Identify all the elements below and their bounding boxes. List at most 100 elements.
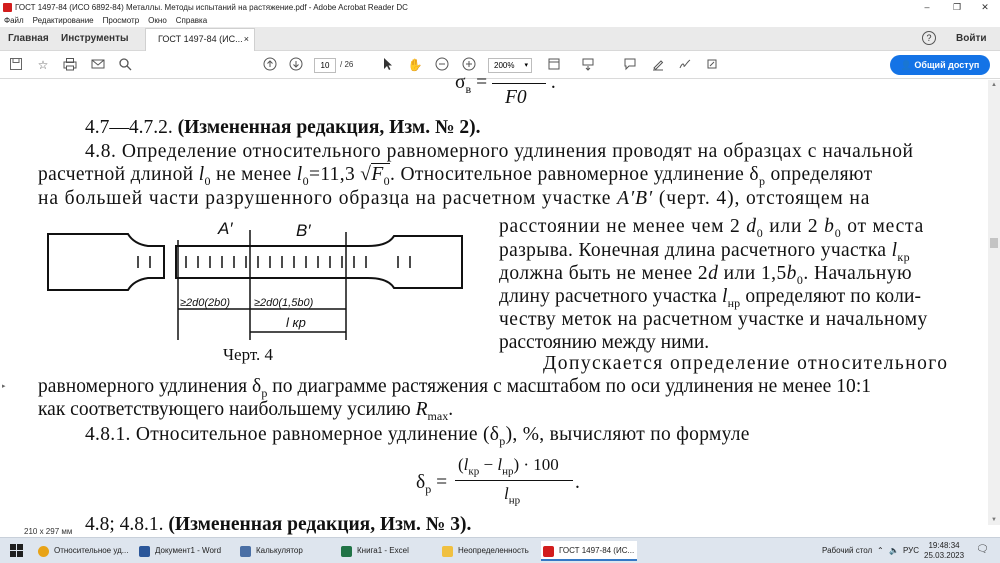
menu-window[interactable]: Окно — [148, 16, 167, 25]
window-title: ГОСТ 1497-84 (ИСО 6892-84) Металлы. Мето… — [15, 2, 408, 12]
acrobat-icon — [3, 2, 12, 12]
right-text-7: Допускается определение относительного — [543, 353, 949, 374]
taskbar-item-chrome[interactable]: Относительное уд... — [36, 541, 132, 561]
zoom-out-icon[interactable] — [434, 57, 450, 73]
paragraph-4-7: 4.7—4.7.2. (Измененная редакция, Изм. № … — [85, 117, 481, 138]
paragraph-cut: 4.8; 4.8.1. (Измененная редакция, Изм. №… — [85, 514, 472, 535]
menu-edit[interactable]: Редактирование — [33, 16, 94, 25]
formula-numerator: (lкр − lнр) · 100 — [458, 455, 559, 478]
page-number-input[interactable]: 10 — [314, 58, 336, 73]
menu-file[interactable]: Файл — [4, 16, 24, 25]
taskbar-item-word[interactable]: Документ1 - Word — [137, 541, 233, 561]
scroll-mode-icon[interactable] — [580, 57, 596, 73]
email-icon[interactable] — [90, 57, 106, 73]
tab-tools[interactable]: Инструменты — [61, 33, 129, 44]
clock-time: 19:48:34 — [928, 541, 960, 550]
volume-icon[interactable]: 🔈 — [889, 546, 899, 555]
tab-bar: Главная Инструменты ГОСТ 1497-84 (ИС... … — [0, 27, 1000, 51]
hand-tool-icon[interactable]: ✋ — [407, 57, 423, 73]
fit-page-icon[interactable] — [546, 57, 562, 73]
paragraph-4-8-1: 4.8.1. Относительное равномерное удлинен… — [85, 424, 750, 448]
next-page-icon[interactable] — [288, 57, 304, 73]
tray-chevron-up-icon[interactable]: ⌃ — [877, 546, 884, 555]
left-panel-toggle-icon[interactable]: ▸ — [2, 382, 6, 390]
figure-caption: Черт. 4 — [223, 345, 274, 364]
windows-start-icon[interactable] — [10, 544, 23, 557]
save-icon[interactable] — [8, 57, 24, 73]
pdf-page: σв = . F0 4.7—4.7.2. (Измененная редакци… — [30, 72, 975, 535]
tab-document-label: ГОСТ 1497-84 (ИС... — [158, 34, 243, 44]
paragraph-diagram-2: как соответствующего наибольшему усилию … — [38, 399, 454, 423]
scroll-down-icon[interactable]: ▼ — [991, 517, 997, 523]
close-button[interactable]: ✕ — [970, 0, 1000, 14]
right-text-3: должна быть не менее 2d или 1,5b0. Начал… — [499, 263, 912, 287]
highlight-pen-icon[interactable] — [650, 57, 666, 73]
user-add-icon: 👤 — [900, 60, 915, 70]
share-button-label: Общий доступ — [914, 60, 980, 70]
taskbar-item-excel[interactable]: Книга1 - Excel — [339, 541, 435, 561]
taskbar-item-label: Книга1 - Excel — [357, 546, 409, 555]
specimen-figure: A′ B′ ≥2d0(2b0) ≥2d0(1,5b0) l кр — [47, 219, 463, 340]
zoom-select[interactable]: 200% ▾ — [488, 58, 532, 73]
page-size-label: 210 x 297 мм — [24, 527, 73, 536]
clock[interactable]: 19:48:34 25.03.2023 — [924, 541, 964, 561]
dimension-left: ≥2d0(2b0) — [180, 297, 230, 309]
sign-icon[interactable] — [677, 57, 693, 73]
bookmark-star-icon[interactable]: ☆ — [35, 57, 51, 73]
menu-view[interactable]: Просмотр — [103, 16, 140, 25]
comment-icon[interactable] — [622, 57, 638, 73]
acrobat-icon — [543, 546, 554, 557]
restore-button[interactable]: ❐ — [942, 0, 972, 14]
select-cursor-icon[interactable] — [380, 57, 396, 73]
taskbar-item-label: ГОСТ 1497-84 (ИС... — [559, 546, 635, 555]
scrollbar-thumb[interactable] — [990, 238, 998, 248]
taskbar-item-calculator[interactable]: Калькулятор — [238, 541, 334, 561]
share-button[interactable]: 👤 Общий доступ — [890, 55, 990, 75]
taskbar-item-label: Неопределенность — [458, 546, 529, 555]
right-text-1: расстоянии не менее чем 2 d0 или 2 b0 от… — [499, 216, 925, 240]
desktop-toolbar[interactable]: Рабочий стол — [822, 546, 872, 555]
formula-end: . — [575, 472, 580, 493]
previous-page-icon[interactable] — [262, 57, 278, 73]
minimize-button[interactable]: – — [912, 0, 942, 14]
excel-icon — [341, 546, 352, 557]
tab-home[interactable]: Главная — [8, 33, 49, 44]
signin-button[interactable]: Войти — [956, 33, 987, 44]
formula-fraction-line — [455, 480, 573, 481]
tab-document[interactable]: ГОСТ 1497-84 (ИС... × — [145, 28, 255, 51]
taskbar-item-folder[interactable]: Неопределенность — [440, 541, 536, 561]
scroll-up-icon[interactable]: ▲ — [991, 82, 997, 88]
close-tab-icon[interactable]: × — [244, 34, 249, 44]
dimension-right: ≥2d0(1,5b0) — [254, 297, 314, 309]
specimen-left-part — [47, 233, 165, 291]
right-text-2: разрыва. Конечная длина расчетного участ… — [499, 240, 910, 264]
zoom-in-icon[interactable] — [461, 57, 477, 73]
dimension-lkr: l кр — [286, 315, 306, 330]
title-bar: ГОСТ 1497-84 (ИСО 6892-84) Металлы. Мето… — [0, 0, 1000, 14]
search-icon[interactable] — [117, 57, 133, 73]
fill-sign-icon[interactable] — [704, 57, 720, 73]
folder-icon — [442, 546, 453, 557]
paragraph-4-8-line-3: на большей части разрушенного образца на… — [38, 188, 871, 209]
formula-denominator: lнр — [504, 484, 521, 507]
paragraph-4-8-line-2: расчетной длиной l0 не менее l0=11,3 √F0… — [38, 163, 873, 188]
specimen-right-part — [175, 235, 463, 289]
taskbar-item-acrobat[interactable]: ГОСТ 1497-84 (ИС... — [541, 541, 637, 561]
taskbar-item-label: Относительное уд... — [54, 546, 129, 555]
language-indicator[interactable]: РУС — [903, 546, 919, 555]
menu-bar: Файл Редактирование Просмотр Окно Справк… — [0, 14, 1000, 27]
document-view[interactable]: ▸ σв = . F0 4.7—4.7.2. (Измененная редак… — [0, 72, 1000, 535]
label-b: B′ — [296, 221, 311, 240]
chrome-icon — [38, 546, 49, 557]
help-icon[interactable]: ? — [922, 31, 936, 45]
notifications-icon[interactable]: 🗨 — [976, 544, 989, 555]
print-icon[interactable] — [62, 57, 78, 73]
vertical-scrollbar[interactable]: ▲ ▼ — [988, 80, 1000, 525]
menu-help[interactable]: Справка — [176, 16, 207, 25]
zoom-value: 200% — [494, 61, 515, 70]
taskbar-item-label: Документ1 - Word — [155, 546, 222, 555]
clock-date: 25.03.2023 — [924, 551, 965, 560]
label-a: A′ — [217, 219, 233, 238]
taskbar: Относительное уд... Документ1 - Word Кал… — [0, 537, 1000, 563]
chevron-down-icon: ▾ — [524, 62, 528, 69]
